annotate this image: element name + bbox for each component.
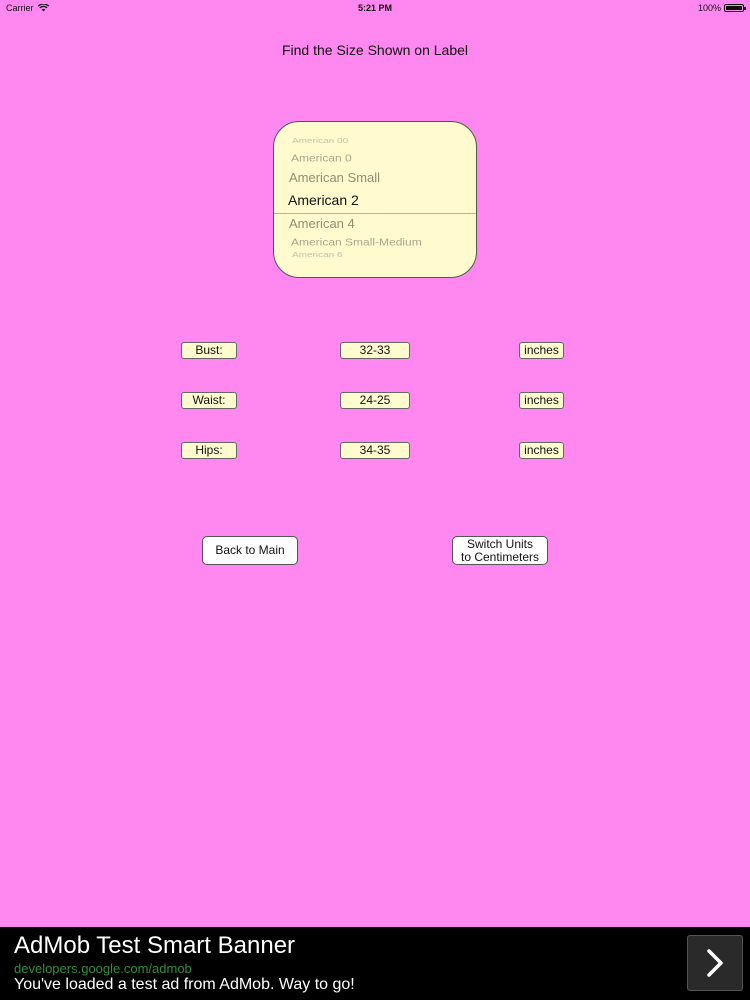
ad-text[interactable]: You've loaded a test ad from AdMob. Way …: [14, 976, 355, 994]
bust-unit: inches: [519, 342, 564, 359]
switch-units-line2: to Centimeters: [460, 550, 540, 564]
picker-item[interactable]: American 6: [292, 252, 343, 260]
status-time: 5:21 PM: [357, 3, 392, 13]
bust-value: 32-33: [340, 342, 410, 359]
switch-units-button[interactable]: Switch Units to Centimeters: [452, 536, 548, 565]
hips-unit: inches: [519, 442, 564, 459]
picker-selection-line: [274, 213, 476, 214]
battery-percent: 100%: [697, 3, 721, 13]
picker-item[interactable]: American 4: [289, 216, 355, 231]
ad-arrow-button[interactable]: [687, 935, 743, 991]
picker-item-selected[interactable]: American 2: [288, 192, 359, 208]
hips-label: Hips:: [181, 442, 237, 459]
picker-item[interactable]: American 0: [291, 152, 352, 164]
picker-item[interactable]: American Small-Medium: [291, 236, 422, 248]
waist-label: Waist:: [181, 392, 237, 409]
ad-title[interactable]: AdMob Test Smart Banner: [14, 932, 295, 960]
ad-url[interactable]: developers.google.com/admob: [14, 961, 192, 976]
status-bar: Carrier 5:21 PM 100%: [0, 0, 750, 16]
battery-icon: [724, 4, 746, 12]
hips-value: 34-35: [340, 442, 410, 459]
status-battery: 100%: [697, 3, 746, 13]
picker-item[interactable]: American Small: [289, 170, 380, 185]
picker-item[interactable]: American 00: [292, 138, 348, 146]
back-to-main-button[interactable]: Back to Main: [202, 536, 298, 565]
ad-banner[interactable]: AdMob Test Smart Banner developers.googl…: [0, 927, 750, 1000]
chevron-right-icon: [704, 947, 726, 979]
size-picker[interactable]: American 00 American 0 American Small Am…: [273, 121, 477, 278]
waist-value: 24-25: [340, 392, 410, 409]
bust-label: Bust:: [181, 342, 237, 359]
waist-unit: inches: [519, 392, 564, 409]
page-title: Find the Size Shown on Label: [281, 42, 468, 58]
